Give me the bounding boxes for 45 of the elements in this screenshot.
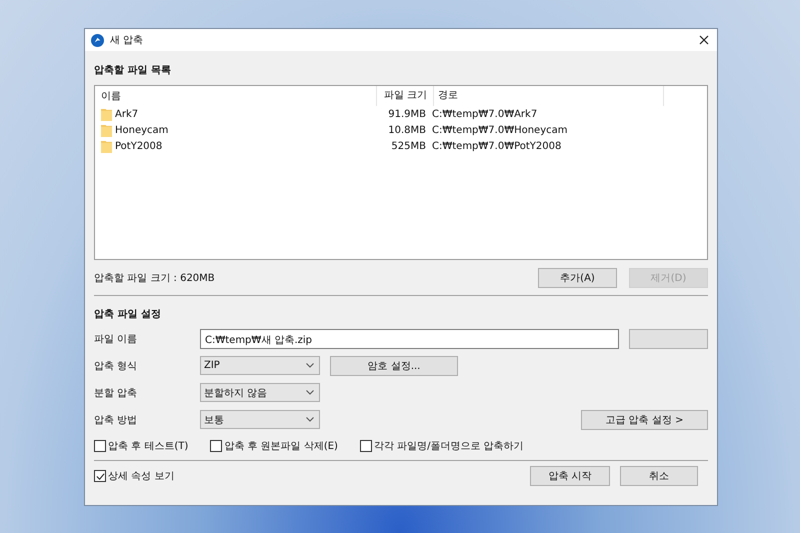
checkbox-label: 상세 속성 보기: [108, 470, 174, 483]
field-label: 압축 방법: [94, 414, 138, 426]
folder-icon: [101, 124, 112, 136]
folder-icon: [101, 140, 112, 152]
password-button[interactable]: 암호 설정...: [330, 356, 458, 376]
checkbox-label: 각각 파일명/폴더명으로 압축하기: [374, 440, 524, 453]
dropdown[interactable]: ZIP: [200, 356, 320, 375]
file-name[interactable]: Honeycam: [115, 124, 168, 136]
app-logo-icon: [91, 34, 104, 46]
file-name[interactable]: PotY2008: [115, 140, 162, 152]
dialog-button[interactable]: 압축 시작: [530, 466, 610, 486]
column-header[interactable]: 파일 크기: [376, 86, 433, 106]
checkbox-label: 압축 후 테스트(T): [108, 440, 188, 453]
column-header[interactable]: 경로: [433, 86, 664, 106]
list-button[interactable]: 추가(A): [538, 268, 617, 288]
file-size: 525MB: [390, 140, 427, 152]
window-title: 새 압축: [110, 34, 144, 47]
checkbox-label: 압축 후 원본파일 삭제(E): [224, 440, 338, 453]
column-header[interactable]: 이름: [95, 89, 376, 103]
file-name-field[interactable]: C:₩temp₩새 압축.zip: [200, 328, 619, 348]
dropdown[interactable]: 분할하지 않음: [200, 383, 320, 402]
checkbox[interactable]: [94, 440, 106, 452]
advanced-settings-button[interactable]: 고급 압축 설정 >: [581, 410, 708, 430]
file-name[interactable]: Ark7: [115, 108, 138, 120]
field-label: 압축 형식: [94, 360, 138, 372]
chevron-down-icon: [306, 363, 314, 368]
field-label: 파일 이름: [94, 332, 138, 346]
chevron-down-icon: [306, 417, 314, 422]
file-size: 10.8MB: [387, 124, 427, 136]
section-heading: 압축할 파일 목록: [94, 64, 172, 77]
dropdown[interactable]: 보통: [200, 410, 320, 429]
section-heading: 압축 파일 설정: [94, 308, 162, 321]
file-path: C:₩temp₩7.0₩Honeycam: [432, 124, 568, 136]
checkbox[interactable]: [360, 440, 372, 452]
dialog-button[interactable]: 취소: [620, 466, 698, 486]
checkbox[interactable]: [94, 470, 106, 482]
field-label: 분할 압축: [94, 386, 138, 400]
file-path: C:₩temp₩7.0₩PotY2008: [432, 140, 562, 152]
file-path: C:₩temp₩7.0₩Ark7: [432, 108, 538, 120]
folder-icon: [101, 108, 112, 120]
total-size-text: 압축할 파일 크기 : 620MB: [94, 272, 215, 285]
checkbox[interactable]: [210, 440, 222, 452]
file-size: 91.9MB: [387, 108, 427, 120]
chevron-down-icon: [306, 390, 314, 395]
close-icon[interactable]: [699, 35, 709, 45]
